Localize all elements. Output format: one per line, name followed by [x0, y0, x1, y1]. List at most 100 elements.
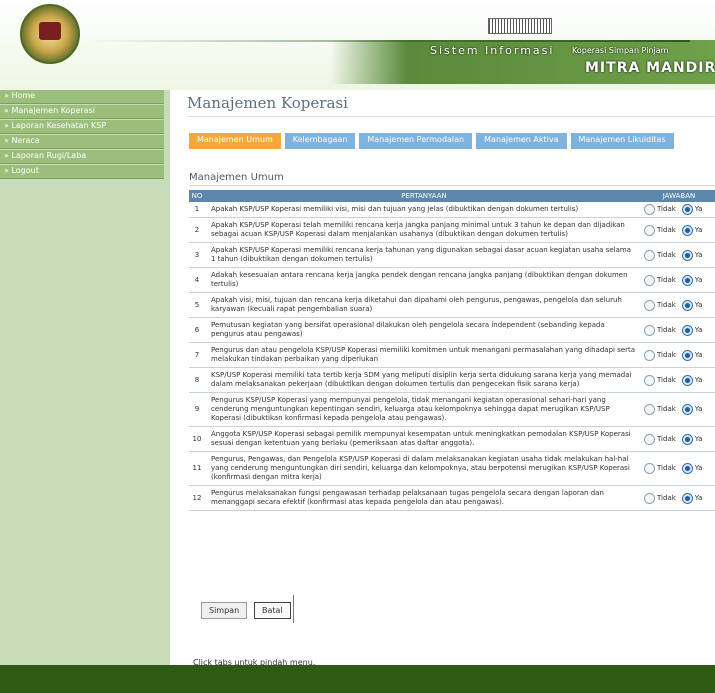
- row-number: 11: [189, 451, 205, 486]
- cooperative-logo: [20, 4, 80, 64]
- radio-yes[interactable]: [681, 249, 693, 261]
- radio-no[interactable]: [644, 324, 655, 336]
- barcode-icon: [488, 18, 552, 34]
- question-text: Apakah KSP/USP Koperasi telah memiliki r…: [205, 217, 643, 243]
- radio-yes[interactable]: [681, 299, 693, 311]
- radio-no-label: Tidak: [657, 205, 676, 213]
- cancel-button[interactable]: Batal: [254, 602, 291, 619]
- radio-no[interactable]: [644, 404, 655, 415]
- radio-yes[interactable]: [681, 349, 693, 361]
- radio-no[interactable]: [644, 433, 655, 445]
- question-text: Apakah KSP/USP Koperasi memiliki rencana…: [205, 242, 643, 268]
- tab-manajemen-likuiditas[interactable]: Manajemen Likuiditas: [570, 133, 674, 149]
- answer-cell: Tidak Ya: [643, 202, 715, 218]
- answer-cell: Tidak Ya: [643, 367, 715, 393]
- answer-cell: Tidak Ya: [643, 426, 715, 452]
- radio-yes[interactable]: [681, 324, 693, 336]
- radio-yes-label: Ya: [694, 464, 703, 472]
- radio-yes[interactable]: [681, 492, 693, 504]
- answer-cell: Tidak Ya: [643, 342, 715, 368]
- title-divider: [187, 116, 715, 117]
- sidebar-item-neraca[interactable]: » Neraca: [0, 135, 164, 149]
- radio-yes[interactable]: [681, 463, 693, 474]
- sidebar-item-logout[interactable]: » Logout: [0, 165, 164, 179]
- radio-no[interactable]: [644, 204, 655, 215]
- table-row: 2 Apakah KSP/USP Koperasi telah memiliki …: [189, 217, 715, 243]
- radio-yes[interactable]: [681, 404, 693, 415]
- question-text: Pengurus melaksanakan fungsi pengawasan …: [205, 485, 643, 511]
- radio-no[interactable]: [644, 274, 655, 286]
- radio-no-label: Tidak: [657, 225, 676, 234]
- row-number: 6: [189, 317, 205, 343]
- radio-yes-label: Ya: [694, 275, 703, 284]
- radio-yes-label: Ya: [694, 375, 703, 384]
- column-header-no: NO: [189, 190, 205, 202]
- answer-cell: Tidak Ya: [643, 392, 715, 427]
- radio-yes-label: Ya: [694, 405, 703, 413]
- radio-yes-label: Ya: [694, 434, 703, 443]
- radio-no-label: Tidak: [657, 405, 676, 413]
- radio-yes[interactable]: [681, 433, 693, 445]
- tab-bar: Manajemen Umum Kelembagaan Manajemen Per…: [189, 133, 678, 149]
- radio-yes-label: Ya: [694, 350, 703, 359]
- table-row: 10 Anggota KSP/USP Koperasi sebagai pemil…: [189, 426, 715, 452]
- radio-no[interactable]: [644, 349, 655, 361]
- radio-no[interactable]: [644, 224, 655, 236]
- section-title: Manajemen Umum: [189, 172, 284, 183]
- radio-yes-label: Ya: [694, 205, 703, 213]
- row-number: 5: [189, 292, 205, 318]
- radio-no[interactable]: [644, 492, 655, 504]
- tab-kelembagaan[interactable]: Kelembagaan: [284, 133, 356, 149]
- radio-no[interactable]: [644, 249, 655, 261]
- row-number: 2: [189, 217, 205, 243]
- tab-manajemen-aktiva[interactable]: Manajemen Aktiva: [476, 133, 567, 149]
- row-number: 7: [189, 342, 205, 368]
- sidebar-item-laporan-kesehatan[interactable]: » Laporan Kesehatan KSP: [0, 120, 164, 134]
- radio-no[interactable]: [644, 463, 655, 474]
- table-row: 7 Pengurus dan atau pengelola KSP/USP Kop…: [189, 342, 715, 368]
- sidebar-item-laporan-rugi-laba[interactable]: » Laporan Rugi/Laba: [0, 150, 164, 164]
- radio-yes-label: Ya: [694, 300, 703, 309]
- row-number: 9: [189, 392, 205, 427]
- main-content: Manajemen Koperasi Manajemen Umum Kelemb…: [175, 90, 715, 667]
- question-text: Apakah KSP/USP Koperasi memiliki visi, m…: [205, 202, 643, 218]
- radio-no-label: Tidak: [657, 464, 676, 472]
- radio-no-label: Tidak: [657, 300, 676, 309]
- question-text: Adakah kesesuaian antara rencana kerja j…: [205, 267, 643, 293]
- question-text: Pengurus KSP/USP Koperasi yang mempunyai…: [205, 392, 643, 427]
- row-number: 3: [189, 242, 205, 268]
- radio-no[interactable]: [644, 299, 655, 311]
- table-row: 1 Apakah KSP/USP Koperasi memiliki visi, …: [189, 202, 715, 218]
- save-button[interactable]: Simpan: [201, 602, 248, 619]
- radio-yes[interactable]: [681, 374, 693, 386]
- header-title: Sistem Informasi: [430, 44, 555, 57]
- radio-yes-label: Ya: [694, 493, 703, 502]
- radio-yes[interactable]: [681, 274, 693, 286]
- radio-yes-label: Ya: [694, 250, 703, 259]
- footer-bar: [0, 665, 715, 693]
- tab-manajemen-permodalan[interactable]: Manajemen Permodalan: [359, 133, 473, 149]
- question-text: Apakah visi, misi, tujuan dan rencana ke…: [205, 292, 643, 318]
- sidebar-item-home[interactable]: » Home: [0, 90, 164, 104]
- sidebar-item-manajemen-koperasi[interactable]: » Manajemen Koperasi: [0, 105, 164, 119]
- radio-yes[interactable]: [681, 224, 693, 236]
- question-text: Anggota KSP/USP Koperasi sebagai pemilik…: [205, 426, 643, 452]
- header-decoration: [90, 40, 690, 42]
- table-row: 4 Adakah kesesuaian antara rencana kerja …: [189, 267, 715, 293]
- header-subtitle: Koperasi Simpan Pinjam: [572, 46, 669, 55]
- radio-no-label: Tidak: [657, 275, 676, 284]
- question-text: Pengurus, Pengawas, dan Pengelola KSP/US…: [205, 451, 643, 486]
- radio-no-label: Tidak: [657, 350, 676, 359]
- radio-yes[interactable]: [681, 204, 693, 215]
- tab-manajemen-umum[interactable]: Manajemen Umum: [189, 133, 281, 149]
- table-row: 6 Pemutusan kegiatan yang bersifat operas…: [189, 317, 715, 343]
- logo-emblem-icon: [39, 22, 61, 40]
- radio-no-label: Tidak: [657, 375, 676, 384]
- answer-cell: Tidak Ya: [643, 242, 715, 268]
- radio-no-label: Tidak: [657, 493, 676, 502]
- answer-cell: Tidak Ya: [643, 267, 715, 293]
- radio-no[interactable]: [644, 374, 655, 386]
- column-header-answer: JAWABAN: [643, 190, 715, 202]
- radio-no-label: Tidak: [657, 434, 676, 443]
- table-header-row: NO PERTANYAAN JAWABAN: [189, 190, 715, 202]
